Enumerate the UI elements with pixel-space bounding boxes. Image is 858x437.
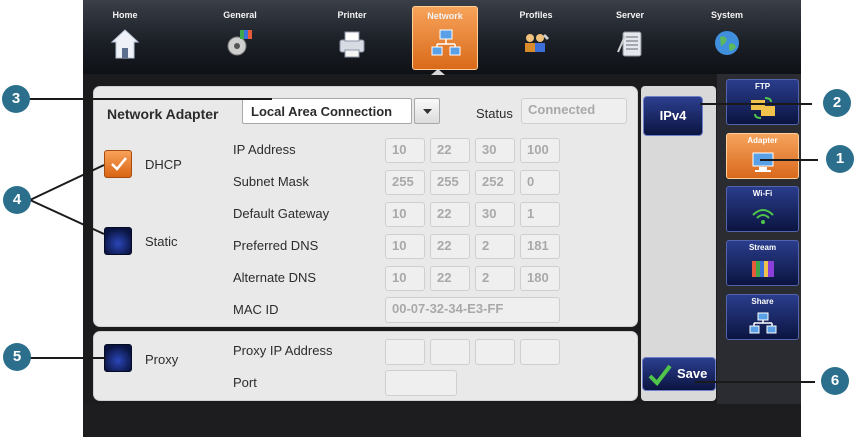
ftp-icon [751, 97, 775, 119]
callout-3: 3 [2, 85, 30, 113]
save-button[interactable]: Save [642, 357, 716, 391]
adapter-dropdown-button[interactable] [414, 98, 440, 124]
globe-icon [715, 31, 739, 55]
nav-tab-network-label: Network [427, 11, 463, 21]
ip-octet-3[interactable]: 30 [475, 138, 515, 163]
network-adapter-select[interactable]: Local Area Connection [242, 98, 412, 124]
printer-icon [339, 31, 365, 58]
gateway-octet-3[interactable]: 30 [475, 202, 515, 227]
preferred-dns-octet-2[interactable]: 22 [430, 234, 470, 259]
side-tab-ftp-label: FTP [754, 82, 771, 91]
dhcp-label: DHCP [145, 157, 182, 172]
network-adapter-selected: Local Area Connection [251, 104, 393, 119]
static-label: Static [145, 234, 178, 249]
nav-tab-network[interactable]: Network [412, 6, 478, 70]
network-icon [431, 29, 461, 56]
callout-1: 1 [826, 145, 854, 173]
callout-4: 4 [3, 186, 31, 214]
alternate-dns-octet-4[interactable]: 180 [520, 266, 560, 291]
alternate-dns-octet-2[interactable]: 22 [430, 266, 470, 291]
subnet-octet-3[interactable]: 252 [475, 170, 515, 195]
mac-id-label: MAC ID [233, 302, 279, 317]
chevron-down-icon [423, 109, 432, 114]
side-tab-ftp[interactable]: FTP [726, 79, 799, 125]
proxy-checkbox[interactable] [104, 344, 132, 372]
proxy-ip-label: Proxy IP Address [233, 343, 333, 358]
ip-octet-1[interactable]: 10 [385, 138, 425, 163]
side-tab-wifi-label: Wi-Fi [752, 189, 773, 198]
proxy-ip-octet-2[interactable] [430, 339, 470, 365]
callout-5: 5 [3, 343, 31, 371]
wifi-icon [752, 209, 774, 224]
subnet-octet-4[interactable]: 0 [520, 170, 560, 195]
alternate-dns-label: Alternate DNS [233, 270, 317, 285]
active-tab-pointer [431, 69, 445, 75]
gateway-octet-2[interactable]: 22 [430, 202, 470, 227]
nav-tab-home-label: Home [112, 10, 138, 20]
alternate-dns-octet-1[interactable]: 10 [385, 266, 425, 291]
save-label: Save [677, 366, 708, 381]
home-icon [110, 29, 140, 59]
general-icon [227, 30, 252, 56]
default-gateway-label: Default Gateway [233, 206, 330, 221]
nav-tab-general-label: General [223, 10, 257, 20]
proxy-ip-octet-3[interactable] [475, 339, 515, 365]
proxy-ip-octet-1[interactable] [385, 339, 425, 365]
status-label: Status [476, 106, 513, 121]
nav-tab-profiles-label: Profiles [519, 10, 553, 20]
side-tab-adapter[interactable]: Adapter [726, 133, 799, 179]
network-adapter-label: Network Adapter [107, 106, 219, 122]
bottom-bar [83, 404, 801, 437]
port-label: Port [233, 375, 257, 390]
proxy-port-field[interactable] [385, 370, 457, 396]
checkmark-icon [648, 364, 672, 386]
nav-tab-general[interactable]: General [207, 6, 273, 70]
alternate-dns-octet-3[interactable]: 2 [475, 266, 515, 291]
server-icon [617, 31, 642, 57]
preferred-dns-label: Preferred DNS [233, 238, 319, 253]
callout-2-line [700, 103, 812, 105]
gateway-octet-1[interactable]: 10 [385, 202, 425, 227]
subnet-octet-2[interactable]: 255 [430, 170, 470, 195]
side-tab-share[interactable]: Share [726, 294, 799, 340]
ip-address-label: IP Address [233, 142, 296, 157]
nav-tab-home[interactable]: Home [92, 6, 158, 70]
profiles-icon [525, 34, 549, 52]
adapter-icon [752, 152, 774, 172]
callout-6: 6 [821, 367, 849, 395]
preferred-dns-octet-1[interactable]: 10 [385, 234, 425, 259]
subnet-octet-1[interactable]: 255 [385, 170, 425, 195]
preferred-dns-octet-4[interactable]: 181 [520, 234, 560, 259]
ip-octet-2[interactable]: 22 [430, 138, 470, 163]
callout-5-line [28, 357, 106, 359]
side-tab-stream[interactable]: Stream [726, 240, 799, 286]
ip-octet-4[interactable]: 100 [520, 138, 560, 163]
callout-6-line [695, 381, 815, 383]
callout-1-line [760, 159, 818, 161]
status-value-field: Connected [521, 98, 627, 124]
nav-tab-printer-label: Printer [337, 10, 367, 20]
side-tab-wifi[interactable]: Wi-Fi [726, 186, 799, 232]
callout-3-line [14, 98, 272, 100]
preferred-dns-octet-3[interactable]: 2 [475, 234, 515, 259]
side-tab-stream-label: Stream [748, 243, 777, 252]
proxy-ip-octet-4[interactable] [520, 339, 560, 365]
nav-tab-server[interactable]: Server [597, 6, 663, 70]
gateway-octet-4[interactable]: 1 [520, 202, 560, 227]
nav-tab-server-label: Server [615, 10, 645, 20]
nav-tab-profiles[interactable]: Profiles [503, 6, 569, 70]
ipv4-button[interactable]: IPv4 [643, 96, 703, 136]
subnet-mask-label: Subnet Mask [233, 174, 309, 189]
proxy-label: Proxy [145, 352, 179, 367]
side-tab-share-label: Share [751, 297, 774, 306]
nav-tab-system[interactable]: System [694, 6, 760, 70]
nav-tab-printer[interactable]: Printer [319, 6, 385, 70]
nav-tab-system-label: System [710, 10, 744, 20]
share-icon [749, 312, 777, 334]
mac-id-field: 00-07-32-34-E3-FF [385, 297, 560, 323]
callout-2: 2 [823, 89, 851, 117]
stream-icon [752, 261, 774, 277]
side-tab-adapter-label: Adapter [747, 136, 778, 145]
